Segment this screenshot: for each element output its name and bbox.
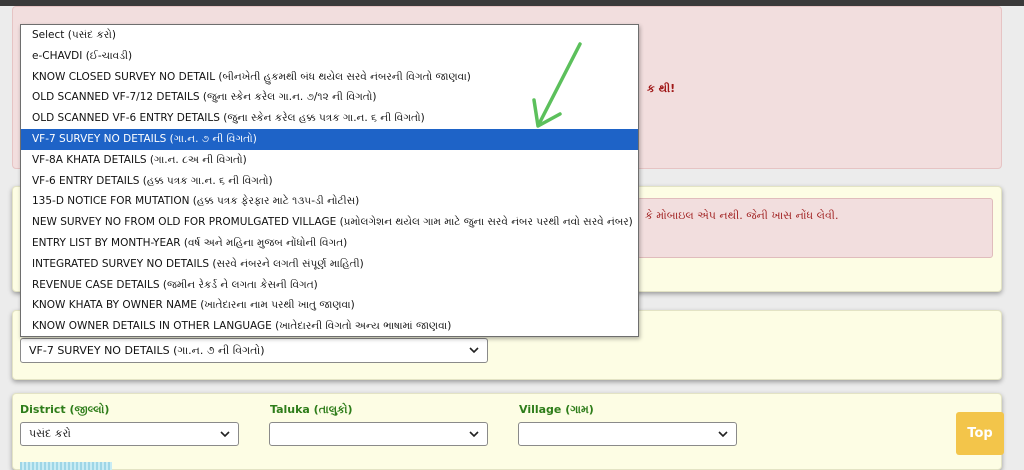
- service-select[interactable]: VF-7 SURVEY NO DETAILS (ગા.ન. ૭ ની વિગતો…: [20, 338, 488, 363]
- chevron-down-icon: [220, 431, 230, 438]
- district-label: District (જીલ્લો): [20, 403, 110, 416]
- chevron-down-icon: [718, 431, 728, 438]
- dropdown-option[interactable]: INTEGRATED SURVEY NO DETAILS (સરવે નંબરન…: [21, 254, 638, 275]
- notice-box: [637, 198, 993, 258]
- taluka-label: Taluka (તાલુકો): [270, 403, 353, 416]
- dropdown-option[interactable]: NEW SURVEY NO FROM OLD FOR PROMULGATED V…: [21, 212, 638, 233]
- dropdown-option[interactable]: ENTRY LIST BY MONTH-YEAR (વર્ષ અને મહિના…: [21, 233, 638, 254]
- village-select[interactable]: [518, 422, 737, 446]
- dropdown-option[interactable]: KNOW OWNER DETAILS IN OTHER LANGUAGE (ખા…: [21, 316, 638, 337]
- dropdown-option[interactable]: VF-6 ENTRY DETAILS (હક્ક પત્રક ગા.ન. ૬ ન…: [21, 171, 638, 192]
- chevron-down-icon: [469, 347, 479, 354]
- district-select-value: પસંદ કરો: [29, 427, 71, 440]
- notice-text: કે મોબાઇલ એપ નથી. જેની ખાસ નોંધ લેવી.: [645, 209, 839, 222]
- village-label: Village (ગામ): [519, 403, 594, 416]
- taluka-select[interactable]: [269, 422, 488, 446]
- district-select[interactable]: પસંદ કરો: [20, 422, 239, 446]
- info-panel-tail-text: ક થી!: [647, 82, 676, 95]
- scroll-top-button[interactable]: Top: [956, 412, 1004, 455]
- service-select-value: VF-7 SURVEY NO DETAILS (ગા.ન. ૭ ની વિગતો…: [29, 344, 265, 357]
- dropdown-option[interactable]: REVENUE CASE DETAILS (જમીન રેકર્ડ ને લગત…: [21, 275, 638, 296]
- captcha-strip: [20, 462, 112, 470]
- dropdown-option[interactable]: VF-8A KHATA DETAILS (ગા.ન. ૮અ ની વિગતો): [21, 150, 638, 171]
- dropdown-option[interactable]: KNOW KHATA BY OWNER NAME (ખાતેદારના નામ …: [21, 295, 638, 316]
- dropdown-option[interactable]: 135-D NOTICE FOR MUTATION (હક્ક પત્રક ફે…: [21, 191, 638, 212]
- arrow-annotation-icon: [532, 42, 582, 128]
- chevron-down-icon: [469, 431, 479, 438]
